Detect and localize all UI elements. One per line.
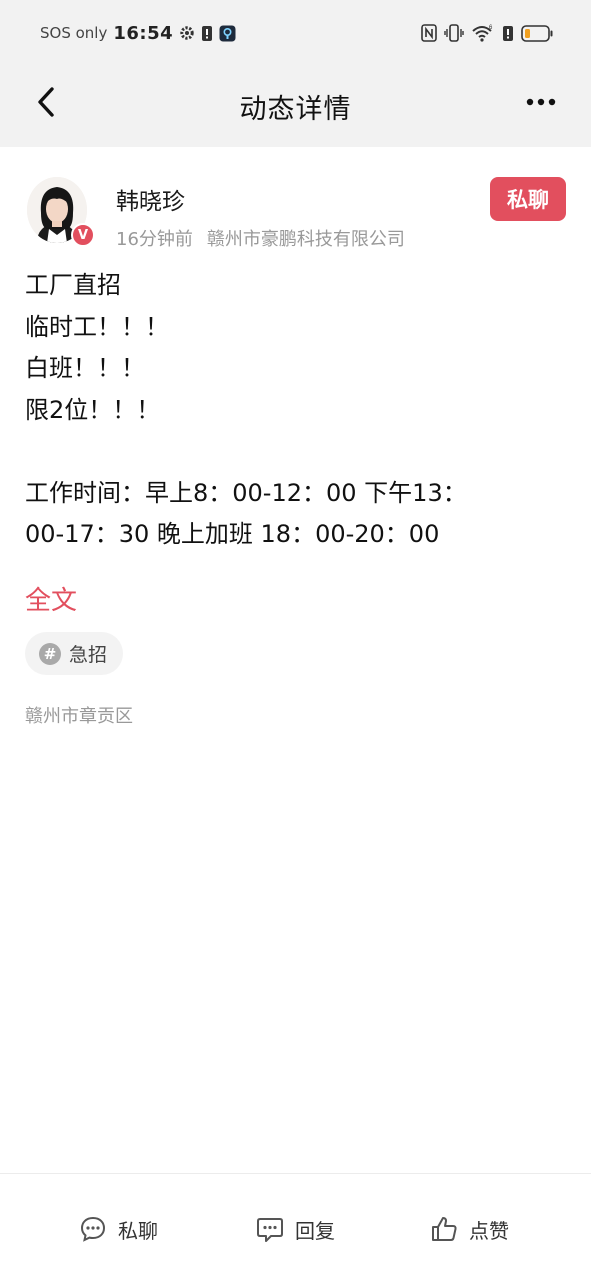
tag-label: 急招 xyxy=(69,644,108,666)
like-action-label: 点赞 xyxy=(469,1218,509,1243)
tag-pill[interactable]: # 急招 xyxy=(25,632,124,675)
svg-text:6: 6 xyxy=(489,25,493,31)
clock: 16:54 xyxy=(113,22,174,44)
more-dots-icon xyxy=(526,98,556,106)
status-right: 6 xyxy=(421,24,553,42)
post-time: 16分钟前 xyxy=(116,229,193,250)
thumbs-up-icon xyxy=(429,1214,459,1244)
hashtag-icon: # xyxy=(39,642,61,665)
app-icon xyxy=(219,25,236,42)
alert-icon xyxy=(502,25,514,42)
comment-icon xyxy=(255,1214,285,1244)
reply-action-button[interactable]: 回复 xyxy=(255,1212,335,1246)
content-line: 00-17：30 晚上加班 18：00-20：00 xyxy=(25,520,440,548)
author-name[interactable]: 韩晓珍 xyxy=(116,182,185,216)
private-chat-button[interactable]: 私聊 xyxy=(490,177,566,221)
wifi-icon: 6 xyxy=(471,24,495,42)
more-button[interactable] xyxy=(521,86,561,118)
content-line: 工厂直招 xyxy=(25,271,121,299)
status-left: SOS only 16:54 xyxy=(40,23,236,44)
vibrate-icon xyxy=(444,24,464,42)
reply-action-label: 回复 xyxy=(295,1218,335,1243)
gear-icon xyxy=(179,25,195,41)
like-action-button[interactable]: 点赞 xyxy=(429,1212,509,1246)
content-line: 临时工！！！ xyxy=(25,312,169,341)
chat-action-button[interactable]: 私聊 xyxy=(78,1212,158,1246)
chat-action-label: 私聊 xyxy=(118,1218,158,1243)
expand-fulltext-link[interactable]: 全文 xyxy=(25,580,77,617)
chat-bubble-icon xyxy=(78,1214,108,1244)
status-bar: SOS only 16:54 6 xyxy=(0,0,591,66)
bottom-action-bar: 私聊 回复 点赞 xyxy=(0,1173,591,1280)
page-header: 动态详情 xyxy=(0,66,591,147)
chevron-left-icon xyxy=(38,87,54,117)
content-line: 工作时间：早上8：00-12：00 下午13： xyxy=(25,478,467,507)
author-row: V 韩晓珍 16分钟前 赣州市豪鹏科技有限公司 私聊 xyxy=(0,147,591,257)
author-meta: 16分钟前 赣州市豪鹏科技有限公司 xyxy=(116,225,405,251)
content-blank-line xyxy=(25,431,565,473)
author-avatar-wrap[interactable]: V xyxy=(27,177,95,247)
network-status-text: SOS only xyxy=(40,24,108,42)
verified-badge: V xyxy=(71,223,95,247)
post-content: 工厂直招 临时工！！！ 白班！！！ 限2位！！！ 工作时间：早上8：00-12：… xyxy=(25,265,565,556)
back-button[interactable] xyxy=(28,84,64,120)
battery-icon xyxy=(521,24,553,42)
content-line: 白班！！！ xyxy=(25,354,145,382)
author-company: 赣州市豪鹏科技有限公司 xyxy=(206,229,405,250)
content-line: 限2位！！！ xyxy=(25,395,161,424)
post-location: 赣州市章贡区 xyxy=(25,706,133,727)
nfc-icon xyxy=(421,24,437,42)
page-title: 动态详情 xyxy=(239,94,352,125)
alert-icon xyxy=(201,25,213,42)
